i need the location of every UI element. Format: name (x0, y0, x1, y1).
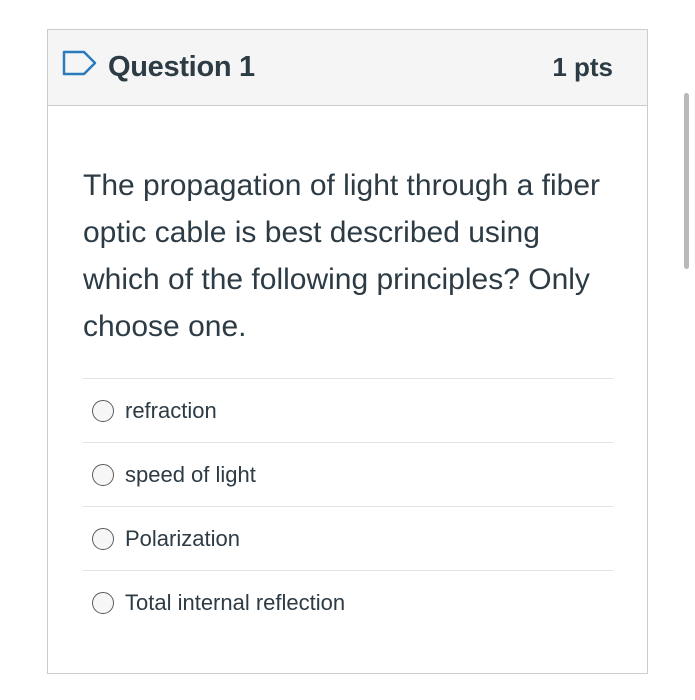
answer-option[interactable]: speed of light (83, 443, 613, 507)
radio-button[interactable] (92, 399, 114, 422)
answer-option[interactable]: Total internal reflection (83, 571, 613, 635)
answer-list: refraction speed of light Polarization T… (83, 378, 613, 635)
answer-label: speed of light (125, 461, 256, 487)
answer-option[interactable]: refraction (83, 379, 613, 443)
answer-option[interactable]: Polarization (83, 507, 613, 571)
page: Question 1 1 pts The propagation of ligh… (0, 0, 695, 700)
question-points: 1 pts (552, 52, 613, 82)
radio-button[interactable] (92, 463, 114, 486)
question-body: The propagation of light through a fiber… (48, 106, 647, 635)
flag-question-icon[interactable] (62, 49, 98, 79)
question-header: Question 1 1 pts (48, 30, 647, 106)
question-text: The propagation of light through a fiber… (83, 169, 601, 343)
question-title: Question 1 (108, 51, 255, 83)
radio-button[interactable] (92, 527, 114, 550)
radio-button[interactable] (92, 592, 114, 614)
answer-label: Polarization (125, 525, 240, 551)
scrollbar-thumb[interactable] (684, 93, 689, 269)
answer-label: refraction (125, 397, 217, 423)
answer-label: Total internal reflection (125, 590, 346, 615)
question-card: Question 1 1 pts The propagation of ligh… (47, 29, 648, 674)
